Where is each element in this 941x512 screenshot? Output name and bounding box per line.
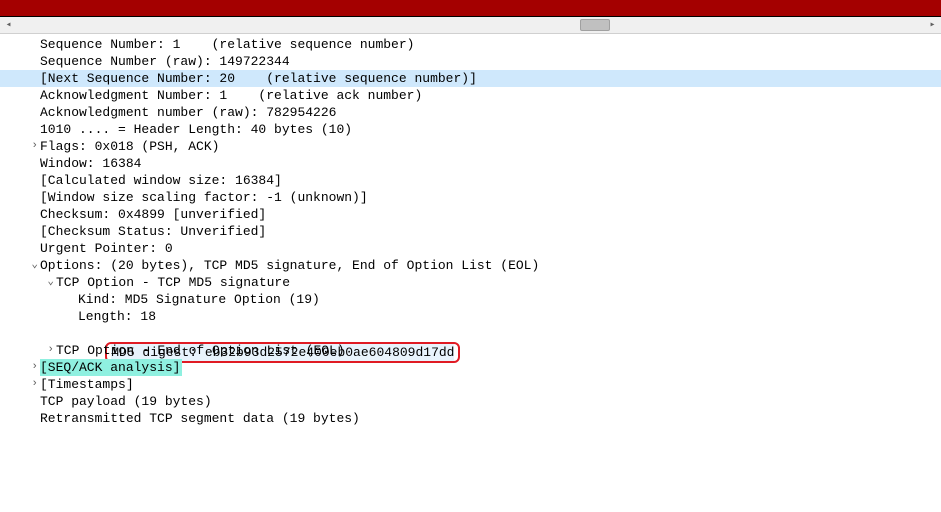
field-seqack[interactable]: › [SEQ/ACK analysis] [0,359,941,376]
field-next-seq[interactable]: [Next Sequence Number: 20 (relative sequ… [0,70,941,87]
scroll-right-icon[interactable]: ▸ [924,17,941,34]
field-win-scale[interactable]: [Window size scaling factor: -1 (unknown… [0,189,941,206]
field-opt-eol[interactable]: › TCP Option - End of Option List (EOL) [0,342,941,359]
field-timestamps-label: [Timestamps] [40,376,134,393]
field-opt-md5-len[interactable]: Length: 18 [0,308,941,325]
packet-list-row[interactable]: 3 23.984000 10.1.12.1 10.1.12.2 TCP 93 [… [0,0,941,17]
chevron-right-icon[interactable]: › [0,138,40,155]
field-calc-window[interactable]: [Calculated window size: 16384] [0,172,941,189]
field-opt-md5[interactable]: ⌄ TCP Option - TCP MD5 signature [0,274,941,291]
chevron-down-icon[interactable]: ⌄ [0,274,56,291]
packet-list-hscrollbar[interactable]: ◂ ▸ [0,17,941,34]
field-window[interactable]: Window: 16384 [0,155,941,172]
chevron-right-icon[interactable]: › [0,359,40,376]
field-opt-md5-digest[interactable]: MD5 digest: eb32b93d2572e400eb0ae604809d… [0,325,941,342]
field-timestamps[interactable]: › [Timestamps] [0,376,941,393]
chevron-right-icon[interactable]: › [0,342,56,359]
field-payload[interactable]: TCP payload (19 bytes) [0,393,941,410]
packet-details-tree: Sequence Number: 1 (relative sequence nu… [0,34,941,427]
field-flags-label: Flags: 0x018 (PSH, ACK) [40,138,219,155]
field-flags[interactable]: › Flags: 0x018 (PSH, ACK) [0,138,941,155]
field-options[interactable]: ⌄ Options: (20 bytes), TCP MD5 signature… [0,257,941,274]
field-checksum-status[interactable]: [Checksum Status: Unverified] [0,223,941,240]
field-hdr-len[interactable]: 1010 .... = Header Length: 40 bytes (10) [0,121,941,138]
field-seq-rel[interactable]: Sequence Number: 1 (relative sequence nu… [0,36,941,53]
field-checksum[interactable]: Checksum: 0x4899 [unverified] [0,206,941,223]
field-opt-eol-label: TCP Option - End of Option List (EOL) [56,342,345,359]
field-retrans[interactable]: Retransmitted TCP segment data (19 bytes… [0,410,941,427]
chevron-down-icon[interactable]: ⌄ [0,257,40,274]
field-ack-raw[interactable]: Acknowledgment number (raw): 782954226 [0,104,941,121]
scroll-thumb[interactable] [580,19,610,31]
field-opt-md5-kind[interactable]: Kind: MD5 Signature Option (19) [0,291,941,308]
field-ack-rel[interactable]: Acknowledgment Number: 1 (relative ack n… [0,87,941,104]
scroll-left-icon[interactable]: ◂ [0,17,17,34]
field-seq-raw[interactable]: Sequence Number (raw): 149722344 [0,53,941,70]
field-urgent[interactable]: Urgent Pointer: 0 [0,240,941,257]
field-options-label: Options: (20 bytes), TCP MD5 signature, … [40,257,539,274]
field-opt-md5-label: TCP Option - TCP MD5 signature [56,274,290,291]
field-seqack-label: [SEQ/ACK analysis] [40,359,182,376]
chevron-right-icon[interactable]: › [0,376,40,393]
